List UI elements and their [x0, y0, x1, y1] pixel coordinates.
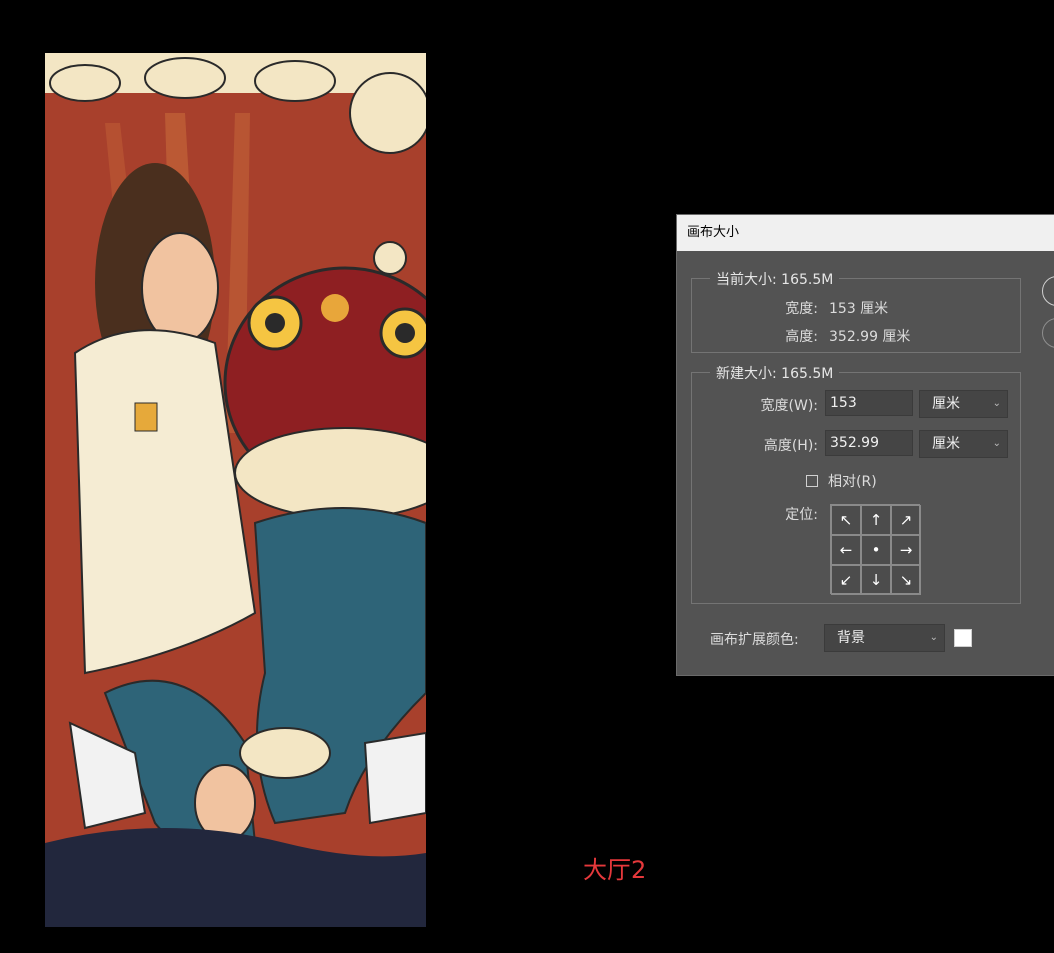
- height-input[interactable]: 352.99: [825, 430, 913, 456]
- extension-color-swatch[interactable]: [954, 629, 972, 647]
- ok-button[interactable]: [1042, 276, 1054, 306]
- current-width-value: 153 厘米: [829, 301, 889, 317]
- arrow-down-left-icon[interactable]: ↙: [831, 565, 861, 595]
- cancel-button[interactable]: [1042, 318, 1054, 348]
- height-unit-value: 厘米: [932, 436, 960, 452]
- extension-color-label: 画布扩展颜色:: [710, 632, 799, 648]
- current-size-legend: 当前大小: 165.5M: [710, 269, 840, 289]
- new-height-label: 高度(H):: [763, 438, 818, 454]
- arrow-up-right-icon[interactable]: ↗: [891, 505, 921, 535]
- width-input[interactable]: 153: [825, 390, 913, 416]
- canvas-size-dialog: 画布大小 当前大小: 165.5M 宽度: 153 厘米 高度: 352.99 …: [676, 214, 1054, 676]
- new-width-label: 宽度(W):: [760, 398, 818, 414]
- chevron-down-icon: ⌄: [929, 632, 938, 643]
- width-unit-value: 厘米: [932, 396, 960, 412]
- anchor-grid[interactable]: ↖ ↑ ↗ ← • → ↙ ↓ ↘: [830, 504, 921, 595]
- current-width-label: 宽度:: [785, 301, 818, 317]
- relative-checkbox[interactable]: [806, 475, 818, 487]
- caption-label: 大厅2: [583, 856, 647, 884]
- chevron-down-icon: ⌄: [992, 398, 1001, 409]
- arrow-up-left-icon[interactable]: ↖: [831, 505, 861, 535]
- current-height-value: 352.99 厘米: [829, 329, 911, 345]
- arrow-down-icon[interactable]: ↓: [861, 565, 891, 595]
- current-height-label: 高度:: [785, 329, 818, 345]
- anchor-center-dot-icon[interactable]: •: [861, 535, 891, 565]
- dialog-title: 画布大小: [677, 215, 1054, 251]
- current-size-group: 当前大小: 165.5M 宽度: 153 厘米 高度: 352.99 厘米: [691, 269, 1021, 353]
- arrow-down-right-icon[interactable]: ↘: [891, 565, 921, 595]
- canvas-artwork: [45, 53, 426, 927]
- arrow-up-icon[interactable]: ↑: [861, 505, 891, 535]
- chevron-down-icon: ⌄: [992, 438, 1001, 449]
- new-size-legend: 新建大小: 165.5M: [710, 363, 840, 383]
- width-unit-select[interactable]: 厘米 ⌄: [919, 390, 1008, 418]
- anchor-label: 定位:: [785, 507, 818, 523]
- height-unit-select[interactable]: 厘米 ⌄: [919, 430, 1008, 458]
- arrow-left-icon[interactable]: ←: [831, 535, 861, 565]
- arrow-right-icon[interactable]: →: [891, 535, 921, 565]
- relative-label[interactable]: 相对(R): [828, 471, 877, 491]
- extension-color-value: 背景: [837, 630, 865, 646]
- new-size-group: 新建大小: 165.5M 宽度(W): 153 厘米 ⌄ 高度(H): 352.…: [691, 363, 1021, 604]
- extension-color-select[interactable]: 背景 ⌄: [824, 624, 945, 652]
- illustration-image: [45, 53, 426, 927]
